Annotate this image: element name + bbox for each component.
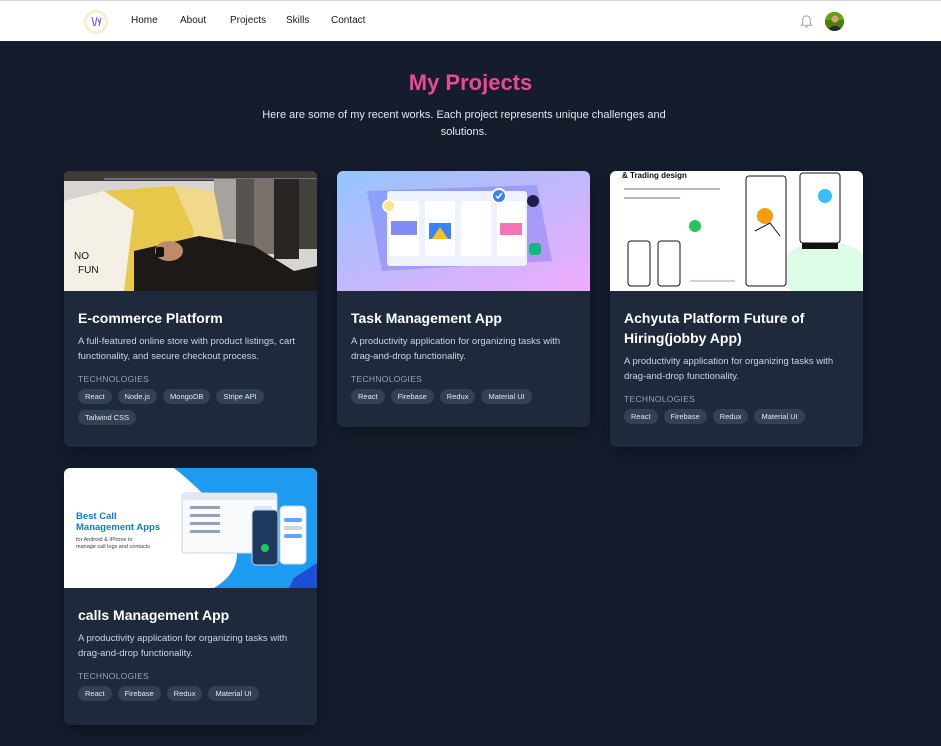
project-image: [337, 171, 590, 291]
tech-tag: MongoDB: [163, 389, 211, 404]
image-headline: Management Apps: [76, 522, 160, 533]
call-app-banner-image: Best Call Management Apps for Android & …: [64, 468, 317, 588]
image-subtext: for Android & iPhone to: [76, 537, 133, 543]
avatar-image: [825, 12, 844, 31]
tech-tag: Node.js: [117, 389, 158, 404]
project-title: E-commerce Platform: [78, 310, 223, 326]
technologies-label: TECHNOLOGIES: [78, 374, 150, 384]
tech-tag: React: [351, 389, 385, 404]
kanban-board-image: [337, 171, 590, 291]
project-description: A productivity application for organizin…: [624, 356, 834, 382]
nav-link-contact[interactable]: Contact: [331, 15, 365, 26]
tag-list: React Firebase Redux Material UI: [624, 409, 849, 424]
project-card[interactable]: & Trading design Achyuta Platform Future…: [610, 171, 863, 447]
page-title: My Projects: [408, 70, 533, 95]
clothing-rack-image: NO FUN: [64, 171, 317, 291]
tag-list: React Node.js MongoDB Stripe API Tailwin…: [78, 389, 303, 425]
avatar[interactable]: [825, 12, 844, 31]
project-card[interactable]: Best Call Management Apps for Android & …: [64, 468, 317, 725]
image-subtext: manage call logs and contacts: [76, 544, 150, 550]
image-caption: & Trading design: [622, 171, 687, 180]
project-description: A full-featured online store with produc…: [78, 336, 296, 362]
navbar: Home About Projects Skills Contact: [0, 0, 941, 41]
nav-link-projects[interactable]: Projects: [230, 15, 266, 26]
illustration-app-image: & Trading design: [610, 171, 863, 291]
project-card[interactable]: Task Management App A productivity appli…: [337, 171, 590, 427]
logo[interactable]: [84, 10, 108, 34]
tech-tag: Tailwind CSS: [78, 410, 137, 425]
image-headline: Best Call: [76, 511, 117, 522]
tech-tag: Redux: [439, 389, 476, 404]
technologies-label: TECHNOLOGIES: [78, 671, 150, 681]
tag-list: React Firebase Redux Material UI: [78, 686, 303, 701]
tech-tag: Stripe API: [216, 389, 264, 404]
project-title: Task Management App: [351, 310, 502, 326]
nav-link-about[interactable]: About: [180, 15, 206, 26]
page-subtitle: Here are some of my recent works. Each p…: [262, 109, 666, 138]
svg-text:NO: NO: [74, 251, 89, 262]
project-title: Achyuta Platform Future of Hiring(jobby …: [624, 310, 805, 346]
logo-icon: [85, 11, 107, 33]
project-image: & Trading design: [610, 171, 863, 291]
technologies-label: TECHNOLOGIES: [624, 394, 696, 404]
svg-text:FUN: FUN: [78, 265, 99, 276]
tag-list: React Firebase Redux Material UI: [351, 389, 576, 404]
tech-tag: Firebase: [390, 389, 434, 404]
technologies-label: TECHNOLOGIES: [351, 374, 423, 384]
tech-tag: Firebase: [117, 686, 161, 701]
tech-tag: React: [78, 389, 112, 404]
project-title: calls Management App: [78, 607, 230, 623]
nav-link-skills[interactable]: Skills: [286, 15, 309, 26]
tech-tag: Material UI: [208, 686, 259, 701]
tech-tag: React: [624, 409, 658, 424]
nav-link-home[interactable]: Home: [131, 15, 158, 26]
tech-tag: Material UI: [754, 409, 805, 424]
tech-tag: Redux: [712, 409, 749, 424]
project-image: NO FUN: [64, 171, 317, 291]
project-description: A productivity application for organizin…: [351, 336, 561, 362]
tech-tag: Redux: [166, 686, 203, 701]
bell-icon[interactable]: [799, 14, 814, 29]
project-card[interactable]: NO FUN E-commerce Platform A full-featur…: [64, 171, 317, 447]
tech-tag: Material UI: [481, 389, 532, 404]
tech-tag: React: [78, 686, 112, 701]
project-image: Best Call Management Apps for Android & …: [64, 468, 317, 588]
tech-tag: Firebase: [663, 409, 707, 424]
project-description: A productivity application for organizin…: [78, 633, 288, 659]
